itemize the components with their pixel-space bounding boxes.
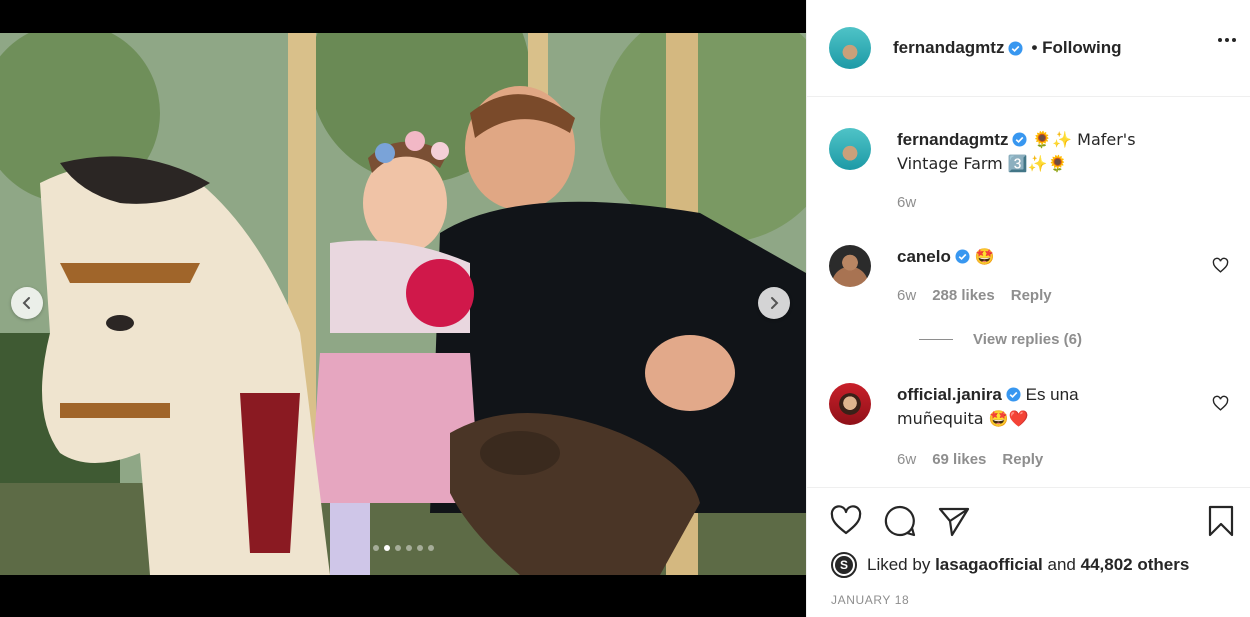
comment-body-2: muñequita 🤩❤️ xyxy=(897,409,1029,428)
liker-avatar[interactable]: S xyxy=(831,552,857,578)
view-replies-label: View replies (6) xyxy=(973,331,1082,348)
likes-summary: S Liked by lasagaofficial and 44,802 oth… xyxy=(831,552,1189,578)
chevron-right-icon xyxy=(771,297,779,309)
comment-body-1: Es una xyxy=(1025,385,1079,404)
post-media xyxy=(0,0,806,617)
carousel-dot xyxy=(372,545,379,551)
carousel-indicator xyxy=(0,545,806,551)
comment-likes[interactable]: 288 likes xyxy=(932,287,995,304)
carousel-dot xyxy=(416,545,423,551)
comments-section: fernandagmtz 🌻✨ Mafer's Vintage Farm 3️⃣… xyxy=(807,98,1250,487)
photo-illustration xyxy=(0,33,806,575)
verified-badge-icon xyxy=(1006,387,1021,402)
more-dot xyxy=(1225,38,1229,42)
caption-line-2: Vintage Farm 3️⃣✨🌻 xyxy=(897,154,1068,173)
comment-username[interactable]: canelo xyxy=(897,247,951,266)
likes-and: and xyxy=(1047,555,1076,574)
author-avatar[interactable] xyxy=(829,27,871,69)
comment-meta: 6w 69 likes Reply xyxy=(897,451,1043,468)
heart-icon[interactable] xyxy=(829,504,863,538)
comment-text: canelo 🤩 xyxy=(897,245,1197,269)
caption-username[interactable]: fernandagmtz xyxy=(897,130,1008,149)
chevron-left-icon xyxy=(22,297,30,309)
comment-avatar[interactable] xyxy=(829,245,871,287)
carousel-dot xyxy=(427,545,434,551)
comment-time[interactable]: 6w xyxy=(897,451,916,468)
comment-time[interactable]: 6w xyxy=(897,287,916,304)
verified-badge-icon xyxy=(1008,40,1023,56)
action-bar xyxy=(829,504,1238,538)
comment-like-heart-icon[interactable] xyxy=(1212,395,1229,412)
post-image[interactable] xyxy=(0,33,806,575)
author-username[interactable]: fernandagmtz xyxy=(893,38,1004,58)
verified-badge-icon xyxy=(1012,132,1027,147)
post-date[interactable]: JANUARY 18 xyxy=(831,593,909,607)
carousel-dot xyxy=(394,545,401,551)
caption: fernandagmtz 🌻✨ Mafer's Vintage Farm 3️⃣… xyxy=(829,128,1229,218)
more-options-button[interactable] xyxy=(1218,38,1236,42)
caption-time[interactable]: 6w xyxy=(897,194,916,211)
view-replies-button[interactable]: View replies (6) xyxy=(919,331,1082,348)
comment-item: official.janira Es una muñequita 🤩❤️ 6w … xyxy=(829,383,1229,483)
comment-meta: 6w 288 likes Reply xyxy=(897,287,1052,304)
divider-line xyxy=(919,339,953,340)
likes-prefix: Liked by xyxy=(867,555,931,574)
post-actions: S Liked by lasagaofficial and 44,802 oth… xyxy=(807,487,1250,617)
caption-meta: 6w xyxy=(897,194,916,211)
likes-others-link[interactable]: 44,802 others xyxy=(1081,555,1190,575)
paper-plane-icon[interactable] xyxy=(937,504,971,538)
comment-body: 🤩 xyxy=(974,247,995,266)
post-header: fernandagmtz • Following xyxy=(807,0,1250,97)
reply-button[interactable]: Reply xyxy=(1011,287,1052,304)
bookmark-icon[interactable] xyxy=(1204,504,1238,538)
liker-avatar-letter: S xyxy=(835,556,853,574)
comment-item: canelo 🤩 6w 288 likes Reply View replies… xyxy=(829,245,1229,365)
reply-button[interactable]: Reply xyxy=(1002,451,1043,468)
comment-username[interactable]: official.janira xyxy=(897,385,1002,404)
verified-badge-icon xyxy=(955,249,970,264)
caption-text: fernandagmtz 🌻✨ Mafer's Vintage Farm 3️⃣… xyxy=(897,128,1197,176)
follow-status[interactable]: • Following xyxy=(1031,38,1121,58)
comment-icon[interactable] xyxy=(883,504,917,538)
carousel-prev-button[interactable] xyxy=(11,287,43,319)
comment-like-heart-icon[interactable] xyxy=(1212,257,1229,274)
carousel-next-button[interactable] xyxy=(758,287,790,319)
more-dot xyxy=(1232,38,1236,42)
caption-avatar[interactable] xyxy=(829,128,871,170)
comment-likes[interactable]: 69 likes xyxy=(932,451,986,468)
more-dot xyxy=(1218,38,1222,42)
follow-status-label: Following xyxy=(1042,38,1122,57)
liker-username[interactable]: lasagaofficial xyxy=(935,555,1043,575)
carousel-dot xyxy=(405,545,412,551)
comment-avatar[interactable] xyxy=(829,383,871,425)
comment-text: official.janira Es una muñequita 🤩❤️ xyxy=(897,383,1197,431)
caption-line-1: 🌻✨ Mafer's xyxy=(1032,130,1136,149)
post-sidebar: fernandagmtz • Following fernandagmtz 🌻✨… xyxy=(806,0,1250,617)
carousel-dot-active xyxy=(383,545,390,551)
